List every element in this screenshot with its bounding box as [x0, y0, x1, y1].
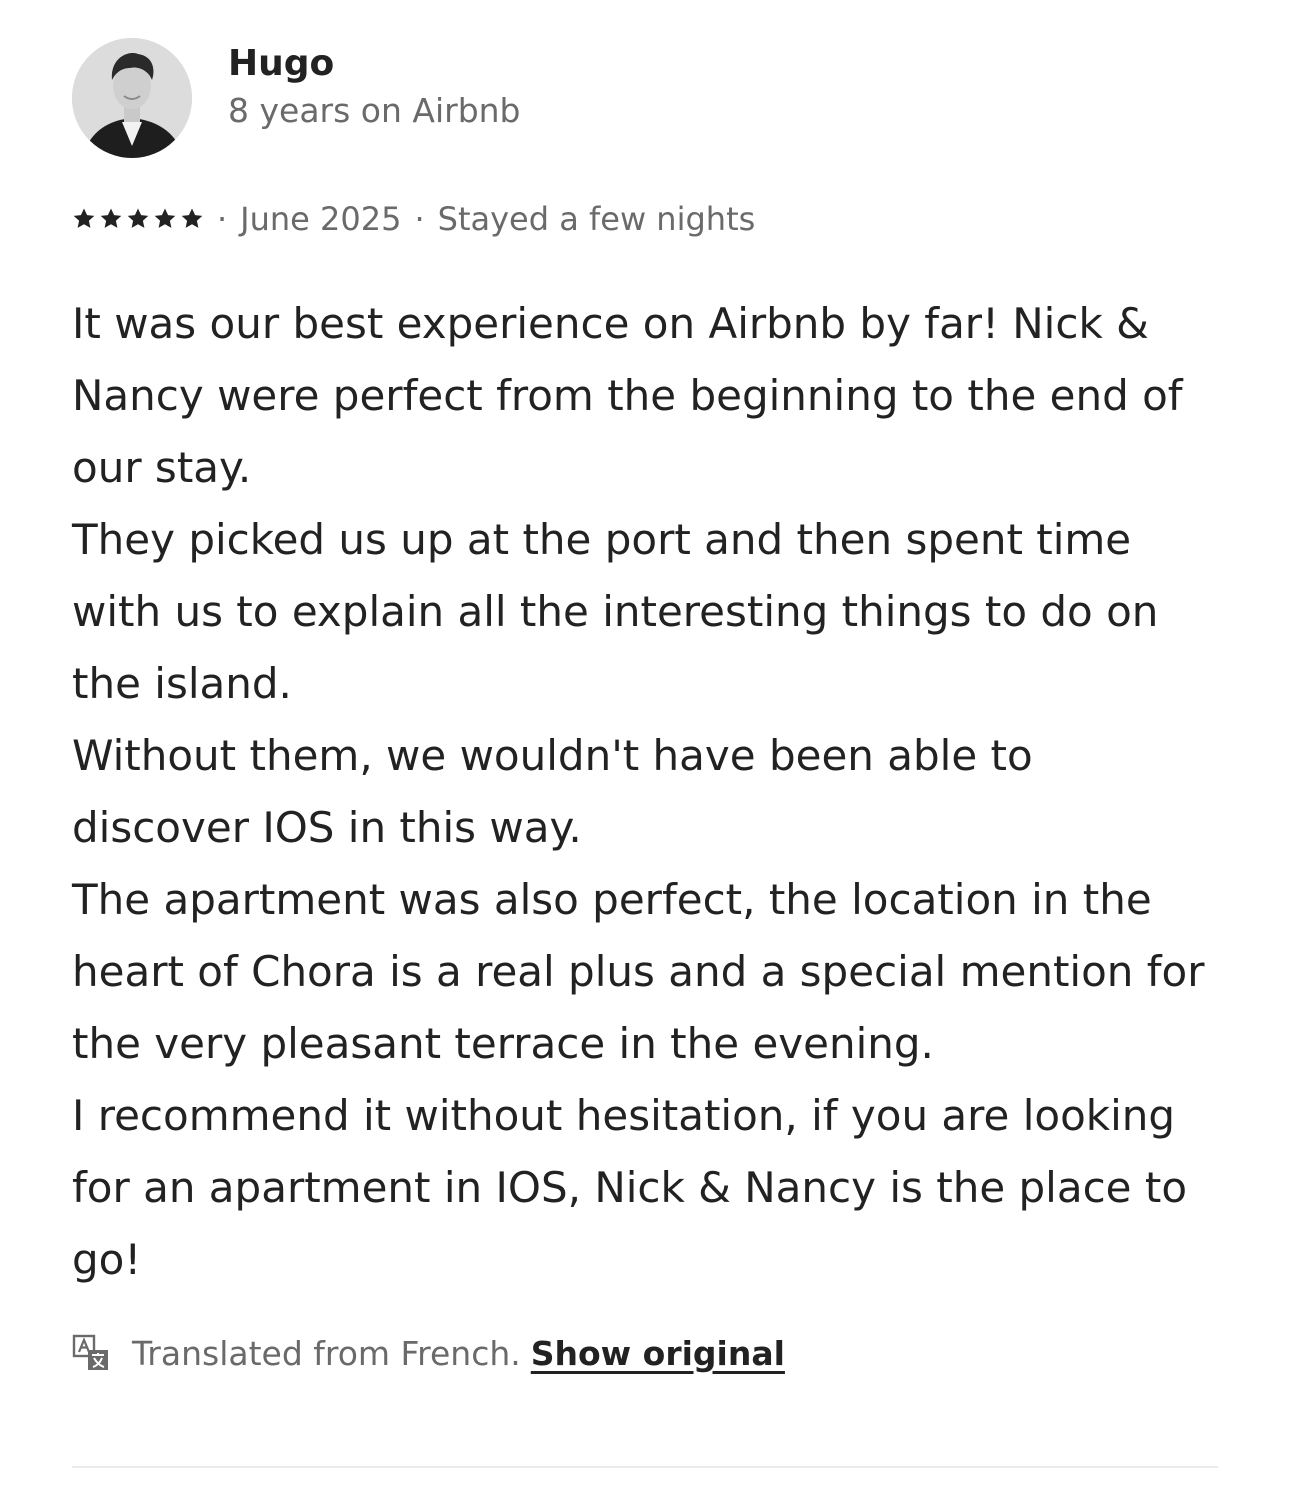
star-icon: [100, 208, 122, 228]
reviewer-avatar[interactable]: [72, 38, 192, 158]
show-original-link[interactable]: Show original: [531, 1334, 785, 1373]
review-card: Hugo 8 years on Airbnb · June 2025 · Sta…: [72, 38, 1218, 1376]
reviewer-name[interactable]: Hugo: [228, 42, 521, 86]
user-avatar-icon: [72, 38, 192, 158]
review-paragraph: They picked us up at the port and then s…: [72, 515, 1159, 708]
review-paragraph: I recommend it without hesitation, if yo…: [72, 1091, 1188, 1284]
review-paragraph: The apartment was also perfect, the loca…: [72, 875, 1205, 1068]
star-rating: [72, 207, 204, 231]
review-paragraph: Without them, we wouldn't have been able…: [72, 731, 1033, 852]
stay-length: Stayed a few nights: [437, 200, 756, 238]
translation-note: Translated from French.: [132, 1333, 521, 1373]
review-date: June 2025: [240, 200, 402, 238]
star-icon: [127, 208, 149, 228]
review-header: Hugo 8 years on Airbnb: [72, 38, 1218, 158]
star-icon: [154, 208, 176, 228]
reviewer-info: Hugo 8 years on Airbnb: [228, 42, 521, 132]
translate-icon: [72, 1334, 108, 1370]
meta-separator: ·: [414, 200, 425, 238]
review-text: It was our best experience on Airbnb by …: [72, 288, 1218, 1296]
review-paragraph: It was our best experience on Airbnb by …: [72, 299, 1183, 492]
reviewer-tenure: 8 years on Airbnb: [228, 91, 521, 130]
star-icon: [73, 208, 95, 228]
translation-notice: Translated from French. Show original: [72, 1330, 1218, 1376]
meta-separator: ·: [217, 200, 228, 238]
review-meta: · June 2025 · Stayed a few nights: [72, 196, 1218, 242]
divider: [72, 1466, 1218, 1468]
star-icon: [181, 208, 203, 228]
